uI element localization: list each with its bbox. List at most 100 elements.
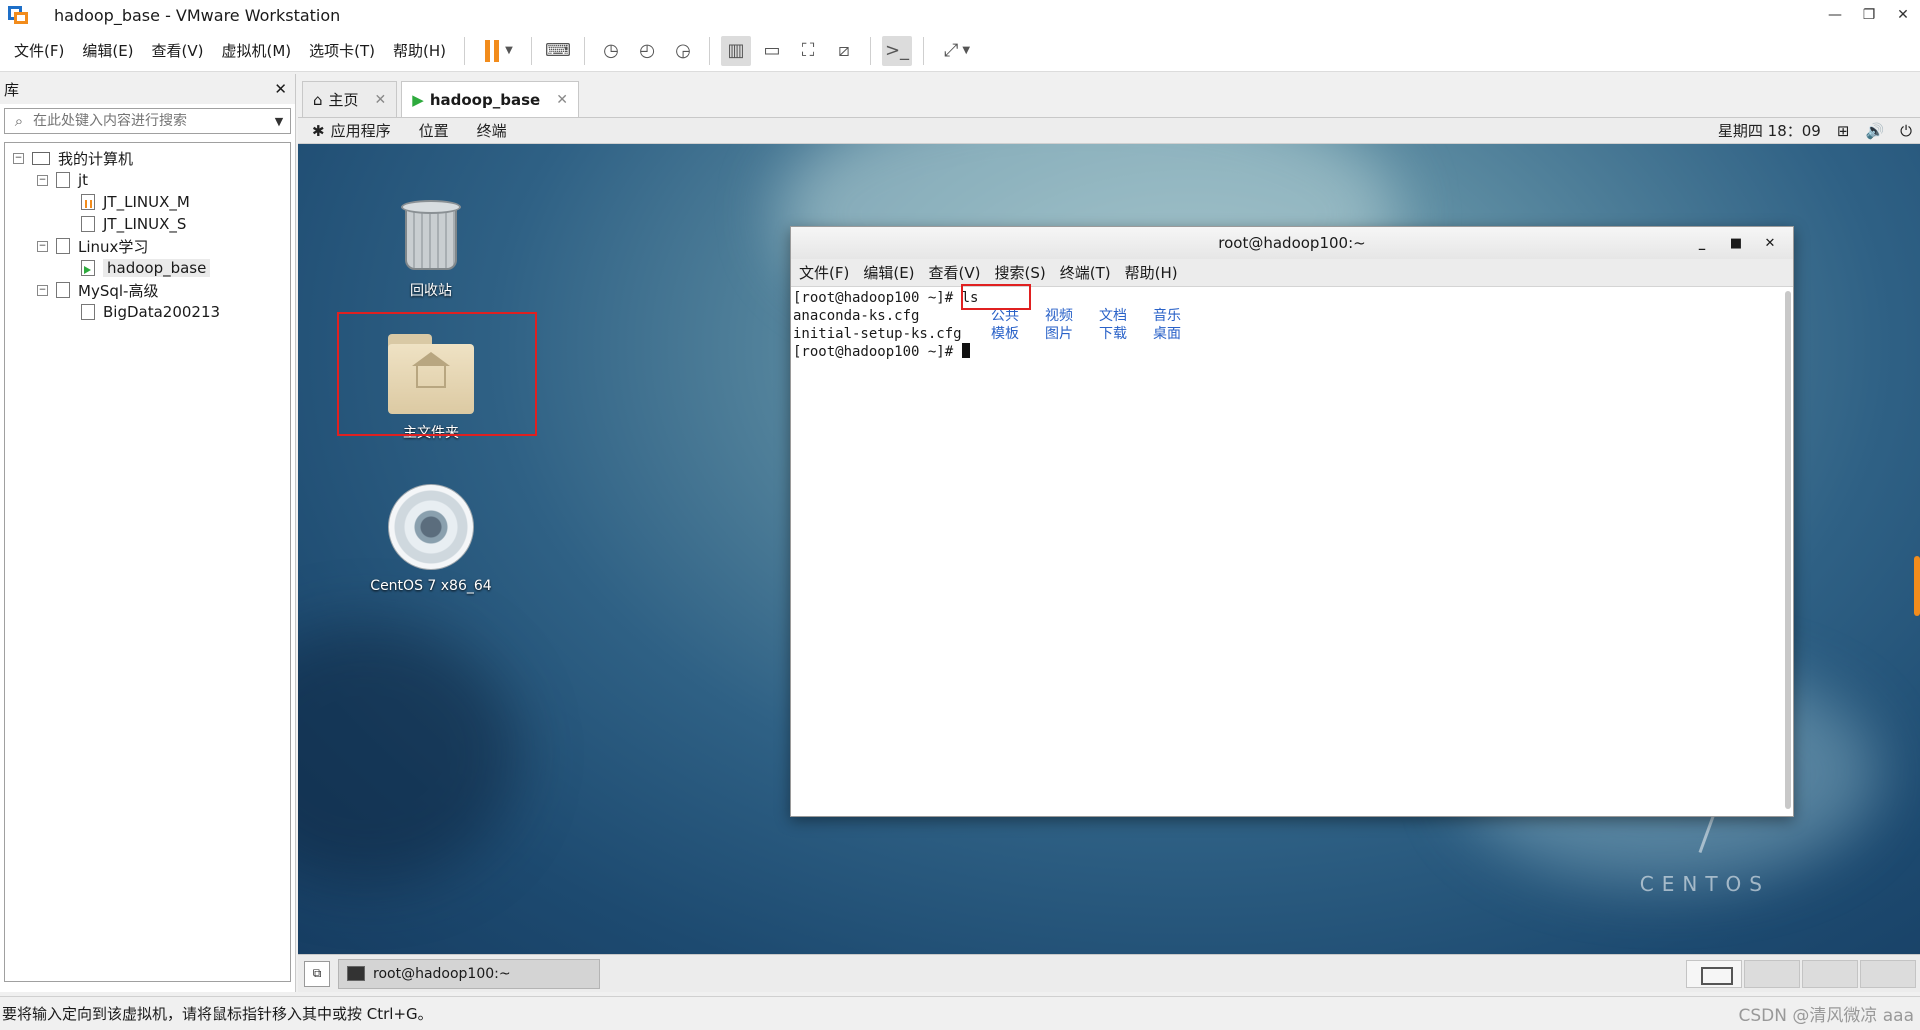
menu-tabs[interactable]: 选项卡(T) (309, 40, 375, 61)
terminal-maximize-button[interactable]: ■ (1719, 236, 1753, 251)
vm-desktop[interactable]: 回收站 主文件夹 CentOS 7 x86_64 CENTOS root@had… (298, 144, 1920, 954)
gnome-foot-icon: ✱ (312, 121, 325, 140)
tree-item-folder[interactable]: − Linux学习 (5, 235, 290, 257)
terminal-menu[interactable]: 终端 (477, 120, 507, 141)
terminal-menu-view[interactable]: 查看(V) (929, 262, 981, 283)
vm-paused-icon (81, 194, 95, 210)
tree-item-vm[interactable]: JT_LINUX_M (5, 191, 290, 213)
menu-toolbar: 文件(F) 编辑(E) 查看(V) 虚拟机(M) 选项卡(T) 帮助(H) ▼ … (0, 30, 1920, 72)
close-tab-icon[interactable]: ✕ (375, 92, 387, 108)
full-screen-button[interactable]: ⛶ (793, 36, 823, 66)
vm-icon (81, 304, 95, 320)
menu-edit[interactable]: 编辑(E) (82, 40, 133, 61)
csdn-watermark: CSDN @清风微凉 aaa (1738, 1006, 1914, 1026)
volume-icon[interactable]: 🔊 (1865, 122, 1884, 140)
workspace-3[interactable] (1802, 959, 1858, 988)
title-bar: hadoop_base - VMware Workstation — ❐ ✕ (0, 0, 1920, 30)
centos-logo-text: CENTOS (1639, 872, 1770, 896)
window-title: hadoop_base - VMware Workstation (54, 5, 341, 25)
tree-item-folder[interactable]: − jt (5, 169, 290, 191)
unity-button[interactable]: ⧄ (829, 36, 859, 66)
terminal-menu-edit[interactable]: 编辑(E) (863, 262, 914, 283)
terminal-close-button[interactable]: ✕ (1753, 236, 1787, 251)
workspace-2[interactable] (1744, 959, 1800, 988)
revert-icon: ◴ (639, 40, 655, 61)
library-search[interactable]: ⌕ ▼ (4, 108, 291, 134)
search-icon: ⌕ (14, 112, 24, 130)
terminal-icon (347, 966, 365, 981)
snapshot-button[interactable]: ◷ (596, 36, 626, 66)
annotation-highlight-box (337, 312, 537, 436)
collapse-icon[interactable]: − (37, 174, 48, 186)
tree-item-vm[interactable]: BigData200213 (5, 301, 290, 323)
menu-view[interactable]: 查看(V) (152, 40, 204, 61)
vm-main-area: ⌂ 主页 ✕ ▶ hadoop_base ✕ ✱ 应用程序 位置 终端 星期四 … (298, 74, 1920, 992)
stretch-button[interactable]: ⤢ ▼ (935, 36, 979, 66)
status-bar: 要将输入定向到该虚拟机，请将鼠标指针移入其中或按 Ctrl+G。 CSDN @清… (0, 996, 1920, 1029)
desktop-icon-cd[interactable]: CentOS 7 x86_64 (351, 484, 511, 594)
menu-file[interactable]: 文件(F) (14, 40, 64, 61)
collapse-icon[interactable]: − (13, 152, 24, 164)
close-library-icon[interactable]: ✕ (274, 80, 287, 98)
folder-icon (56, 172, 70, 188)
clock[interactable]: 星期四 18：09 (1718, 120, 1821, 141)
console-view-button[interactable]: >_ (882, 35, 913, 66)
library-search-input[interactable] (33, 113, 268, 129)
library-tree: − 我的计算机 − jt JT_LINUX_M JT_LINUX_S − Lin… (4, 142, 291, 982)
menu-vm[interactable]: 虚拟机(M) (222, 40, 292, 61)
taskbar-terminal-button[interactable]: root@hadoop100:~ (338, 958, 600, 989)
terminal-line: anaconda-ks.cfg 公共 视频 文档 音乐 (793, 308, 1181, 324)
keyboard-icon: ⌨ (545, 40, 571, 61)
terminal-window[interactable]: root@hadoop100:~ _ ■ ✕ 文件(F) 编辑(E) 查看(V)… (790, 226, 1794, 817)
show-desktop-icon[interactable]: ⧉ (304, 960, 330, 987)
stretch-icon: ⤢ (943, 40, 959, 61)
pause-icon (485, 39, 491, 62)
minimize-button[interactable]: — (1818, 0, 1852, 30)
tab-home[interactable]: ⌂ 主页 ✕ (302, 81, 398, 117)
terminal-menu-terminal[interactable]: 终端(T) (1060, 262, 1111, 283)
unity-icon: ⧄ (838, 40, 850, 61)
terminal-line: [root@hadoop100 ~]# ls (793, 290, 979, 306)
vm-running-icon (81, 260, 95, 276)
trash-icon (401, 200, 461, 272)
terminal-output[interactable]: [root@hadoop100 ~]# ls anaconda-ks.cfg 公共… (791, 284, 1793, 816)
status-tray: CSDN @清风微凉 aaa (1732, 997, 1914, 1030)
terminal-minimize-button[interactable]: _ (1685, 236, 1719, 251)
snapshot-icon: ◷ (603, 40, 619, 61)
tab-bar: ⌂ 主页 ✕ ▶ hadoop_base ✕ (298, 74, 1920, 118)
terminal-scrollbar[interactable] (1785, 291, 1791, 809)
places-menu[interactable]: 位置 (419, 120, 449, 141)
snapshot-manager-button[interactable]: ◶ (668, 36, 698, 66)
workspace-4[interactable] (1860, 959, 1916, 988)
library-panel: 库 ✕ ⌕ ▼ − 我的计算机 − jt JT_LINUX_M JT_LINUX… (0, 74, 296, 992)
vmware-app-icon (8, 4, 30, 26)
terminal-menu-file[interactable]: 文件(F) (799, 262, 849, 283)
workspace-1[interactable] (1686, 959, 1742, 988)
show-library-button[interactable]: ▥ (721, 35, 752, 66)
terminal-titlebar[interactable]: root@hadoop100:~ _ ■ ✕ (791, 227, 1793, 259)
network-icon[interactable]: ⊞ (1837, 122, 1850, 140)
show-thumbnail-button[interactable]: ▭ (757, 36, 787, 66)
collapse-icon[interactable]: − (37, 284, 48, 296)
revert-snapshot-button[interactable]: ◴ (632, 36, 662, 66)
tree-item-folder[interactable]: − MySql-高级 (5, 279, 290, 301)
tree-item-my-computer[interactable]: − 我的计算机 (5, 147, 290, 169)
pause-button[interactable]: ▼ (476, 36, 520, 66)
tree-item-vm-selected[interactable]: hadoop_base (5, 257, 290, 279)
vm-running-icon: ▶ (412, 90, 424, 109)
menu-help[interactable]: 帮助(H) (393, 40, 446, 61)
terminal-menu-search[interactable]: 搜索(S) (995, 262, 1046, 283)
send-ctrl-alt-del-button[interactable]: ⌨ (543, 36, 573, 66)
collapse-icon[interactable]: − (37, 240, 48, 252)
applications-menu[interactable]: 应用程序 (331, 120, 391, 141)
search-dropdown-icon[interactable]: ▼ (268, 115, 290, 128)
restore-button[interactable]: ❐ (1852, 0, 1886, 30)
terminal-menu-help[interactable]: 帮助(H) (1125, 262, 1178, 283)
desktop-icon-trash[interactable]: 回收站 (351, 200, 511, 300)
close-tab-icon[interactable]: ✕ (556, 92, 568, 108)
tree-item-vm[interactable]: JT_LINUX_S (5, 213, 290, 235)
thumbnail-bar-icon: ▭ (763, 40, 781, 61)
tab-hadoop-base[interactable]: ▶ hadoop_base ✕ (401, 81, 579, 117)
power-icon[interactable]: ⏻ (1900, 122, 1912, 140)
close-button[interactable]: ✕ (1886, 0, 1920, 30)
